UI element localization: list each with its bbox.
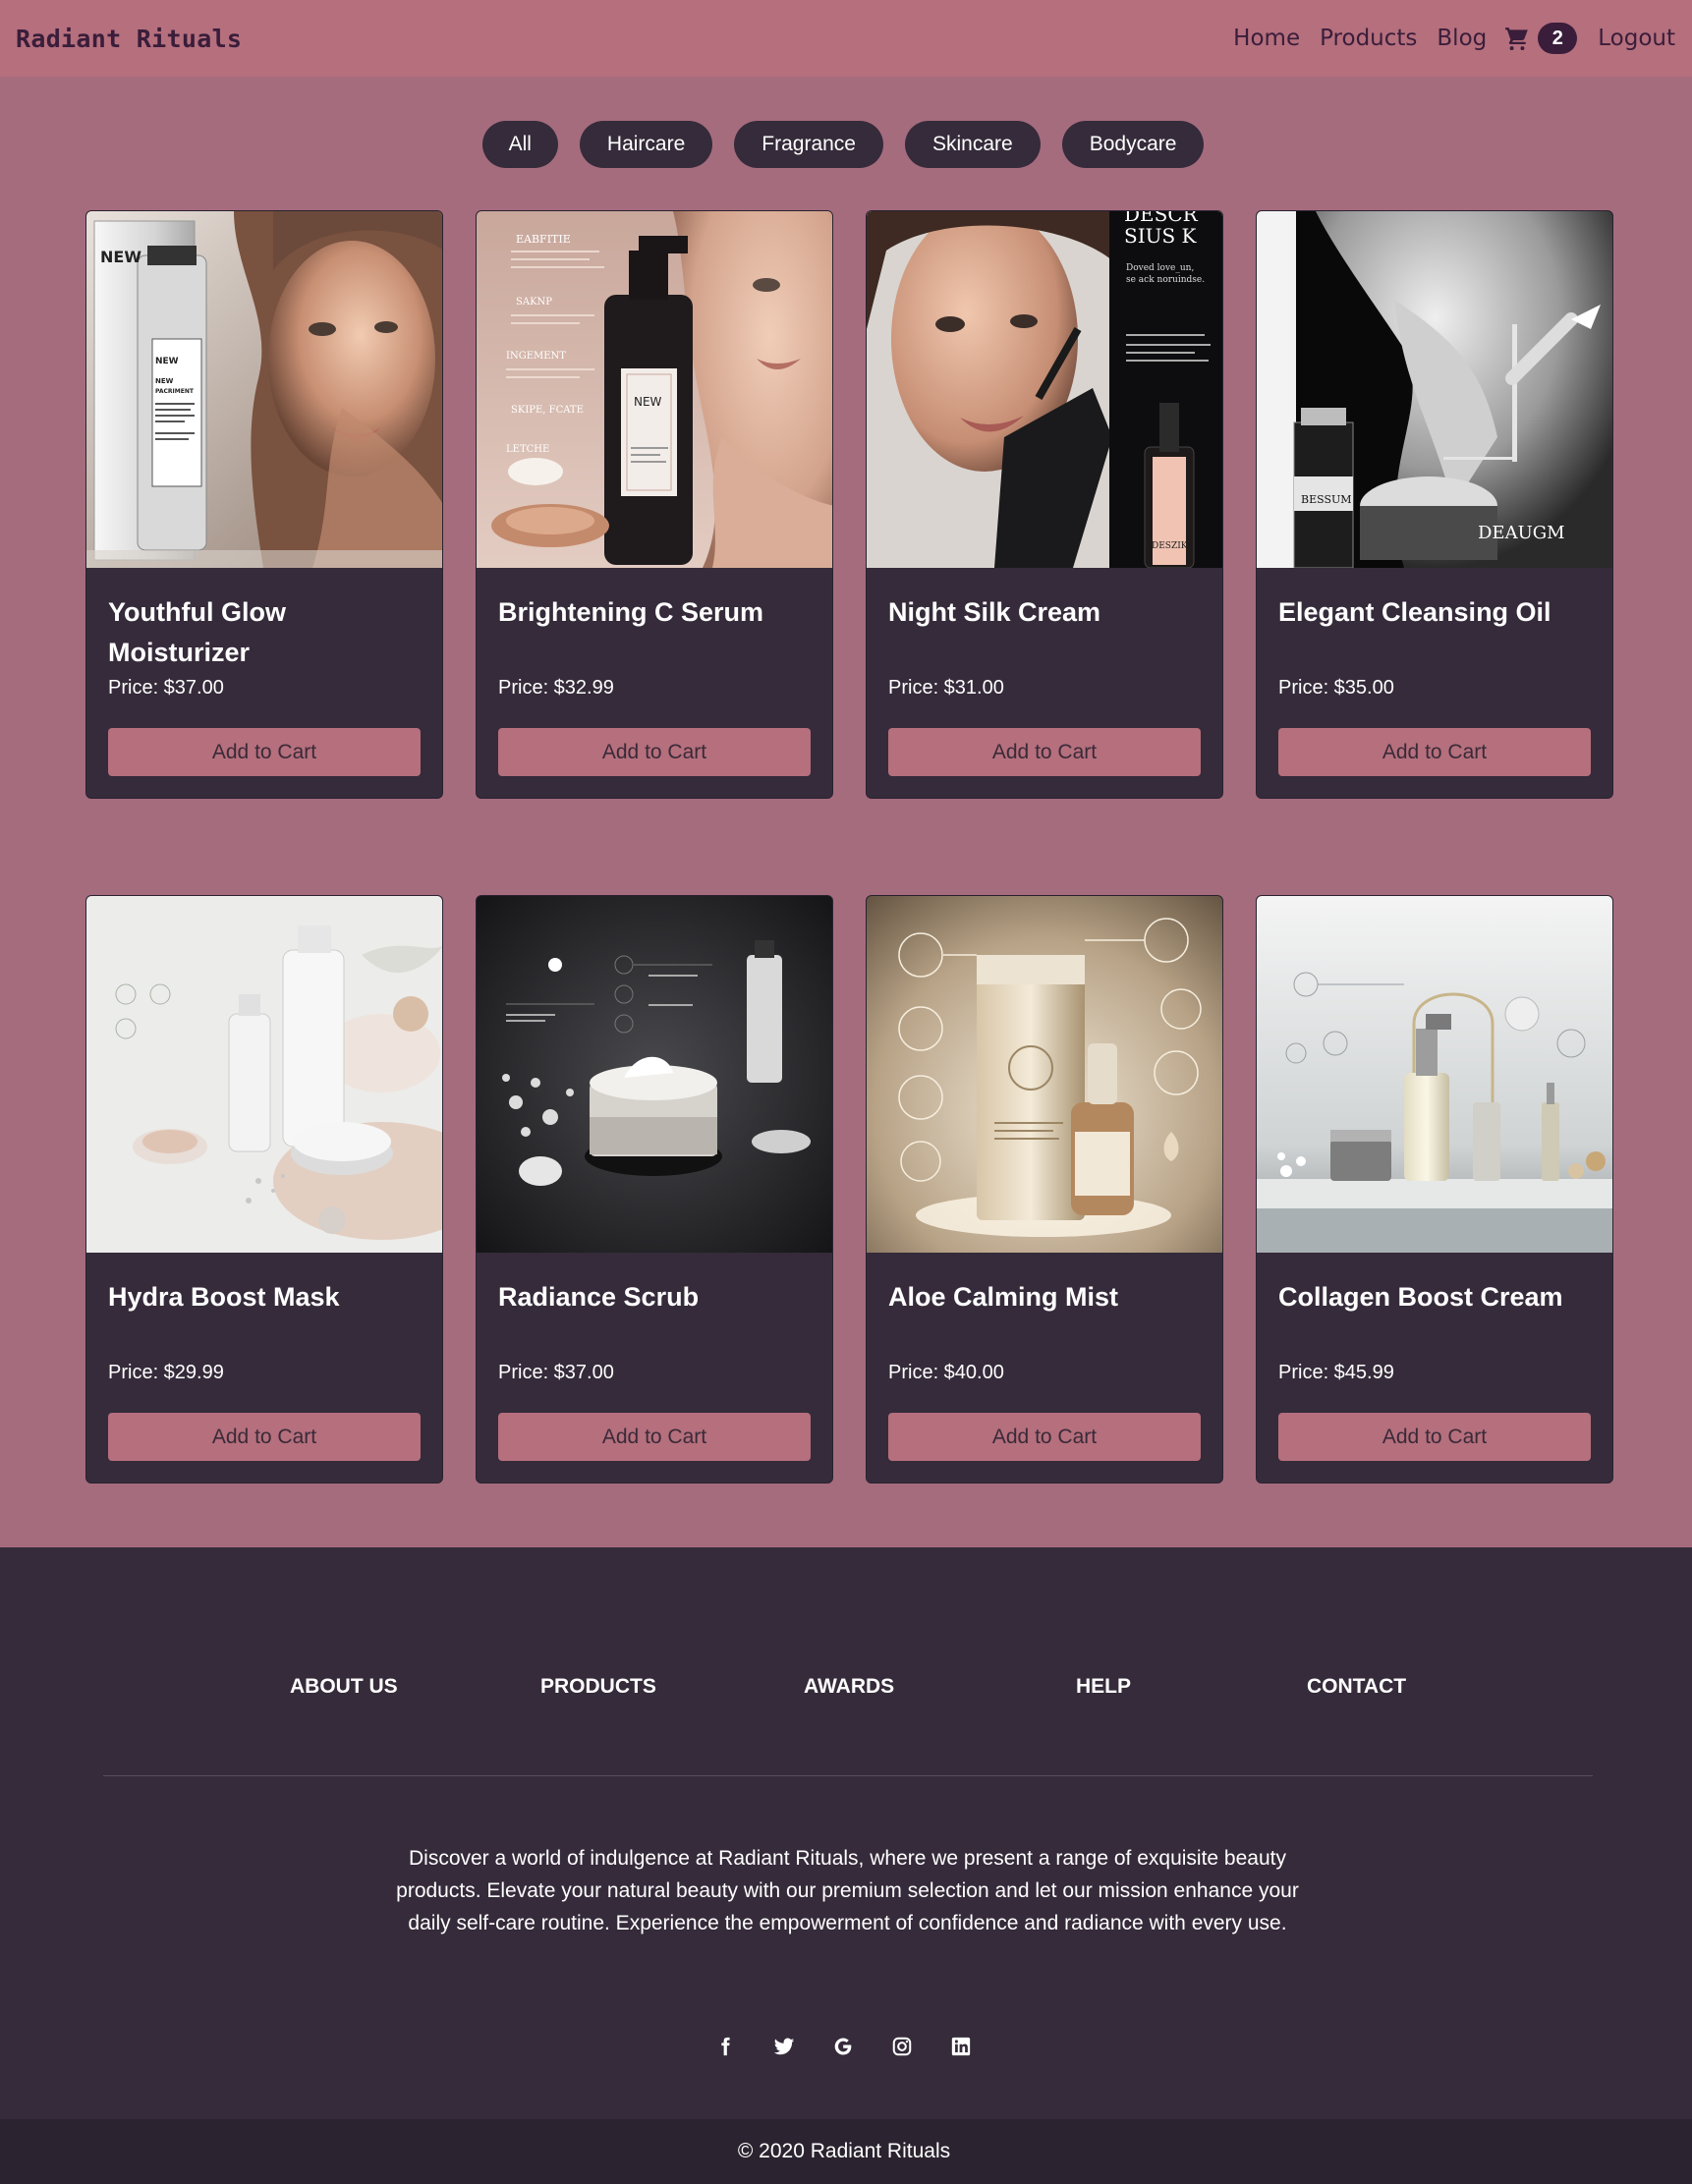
twitter-icon[interactable]: [773, 2036, 795, 2057]
product-title: Radiance Scrub: [498, 1282, 700, 1312]
product-card: Hydra Boost Mask Price: $29.99 Add to Ca…: [85, 895, 443, 1484]
product-image[interactable]: BESSUM DEAUGM: [1257, 211, 1612, 568]
svg-text:INGEMENT: INGEMENT: [506, 351, 566, 362]
product-image[interactable]: [867, 896, 1222, 1253]
svg-text:SKIPE, FCATE: SKIPE, FCATE: [511, 405, 584, 416]
footer-link-awards[interactable]: AWARDS: [804, 1675, 894, 1699]
nav-home-link[interactable]: Home: [1233, 26, 1300, 51]
filter-haircare[interactable]: Haircare: [579, 121, 713, 168]
svg-text:LETCHE: LETCHE: [506, 444, 549, 455]
svg-text:NEW: NEW: [155, 357, 179, 366]
product-title: Brightening C Serum: [498, 597, 764, 627]
svg-text:DEAUGM: DEAUGM: [1478, 523, 1565, 543]
filter-all[interactable]: All: [481, 121, 558, 168]
product-price: Price: $29.99: [108, 1362, 224, 1383]
product-image[interactable]: [86, 896, 442, 1253]
brand-logo[interactable]: Radiant Rituals: [16, 25, 242, 53]
product-card: BESSUM DEAUGM Elegant Cleansing Oil Pric…: [1256, 210, 1613, 799]
svg-text:DESZIK: DESZIK: [1152, 541, 1188, 551]
product-price: Price: $37.00: [108, 677, 224, 699]
cart-icon: [1505, 28, 1529, 51]
filter-fragrance[interactable]: Fragrance: [734, 121, 883, 168]
product-image[interactable]: [477, 896, 832, 1253]
add-to-cart-button[interactable]: Add to Cart: [498, 728, 811, 776]
add-to-cart-button[interactable]: Add to Cart: [888, 1413, 1201, 1461]
copyright-bar: © 2020 Radiant Rituals: [0, 2119, 1692, 2184]
copyright-text: © 2020 Radiant Rituals: [737, 2140, 951, 2162]
footer-description: Discover a world of indulgence at Radian…: [396, 1847, 1299, 1934]
product-price: Price: $37.00: [498, 1362, 614, 1383]
add-to-cart-button[interactable]: Add to Cart: [1278, 1413, 1591, 1461]
linkedin-icon[interactable]: [950, 2036, 972, 2057]
product-card: Radiance Scrub Price: $37.00 Add to Cart: [476, 895, 833, 1484]
product-price: Price: $40.00: [888, 1362, 1004, 1383]
svg-text:EABFITIE: EABFITIE: [516, 233, 571, 246]
add-to-cart-button[interactable]: Add to Cart: [888, 728, 1201, 776]
product-title: Collagen Boost Cream: [1278, 1282, 1563, 1312]
product-title: Night Silk Cream: [888, 597, 1101, 627]
svg-text:Doved love_un,: Doved love_un,: [1126, 263, 1194, 273]
product-price: Price: $35.00: [1278, 677, 1394, 699]
footer-link-contact[interactable]: CONTACT: [1307, 1675, 1406, 1699]
product-card: NEW EABFITIE SAKNP INGEMENT SKIPE, FCATE…: [476, 210, 833, 799]
navbar: Radiant Rituals Home Products Blog 2 Log…: [0, 0, 1692, 77]
instagram-icon[interactable]: [891, 2036, 913, 2057]
add-to-cart-button[interactable]: Add to Cart: [1278, 728, 1591, 776]
product-title: Youthful Glow Moisturizer: [108, 597, 286, 667]
product-card: DESCR SIUS K Doved love_un, se ack norui…: [866, 210, 1223, 799]
add-to-cart-button[interactable]: Add to Cart: [108, 728, 421, 776]
add-to-cart-button[interactable]: Add to Cart: [108, 1413, 421, 1461]
product-image[interactable]: NEW NEW NEW PACRIMENT: [86, 211, 442, 568]
social-links: [0, 2036, 1692, 2057]
filter-bodycare[interactable]: Bodycare: [1061, 121, 1205, 168]
svg-text:BESSUM: BESSUM: [1301, 493, 1352, 506]
footer-divider: [103, 1775, 1593, 1776]
product-title: Elegant Cleansing Oil: [1278, 597, 1551, 627]
product-image[interactable]: DESCR SIUS K Doved love_un, se ack norui…: [867, 211, 1222, 568]
footer-link-products[interactable]: PRODUCTS: [540, 1675, 656, 1699]
product-card: Collagen Boost Cream Price: $45.99 Add t…: [1256, 895, 1613, 1484]
cart-count-badge: 2: [1538, 23, 1578, 54]
footer-link-about-us[interactable]: ABOUT US: [290, 1675, 398, 1699]
product-image[interactable]: NEW EABFITIE SAKNP INGEMENT SKIPE, FCATE…: [477, 211, 832, 568]
google-icon[interactable]: [832, 2036, 854, 2057]
logout-link[interactable]: Logout: [1598, 26, 1675, 51]
svg-text:NEW: NEW: [155, 377, 174, 385]
category-filters: All Haircare Fragrance Skincare Bodycare: [0, 121, 1692, 168]
svg-text:PACRIMENT: PACRIMENT: [155, 388, 195, 395]
product-card: NEW NEW NEW PACRIMENT Youthful Glow Mois…: [85, 210, 443, 799]
nav-blog-link[interactable]: Blog: [1437, 26, 1487, 51]
nav-products-link[interactable]: Products: [1320, 26, 1417, 51]
svg-text:NEW: NEW: [100, 248, 141, 266]
product-price: Price: $45.99: [1278, 1362, 1394, 1383]
product-grid: NEW NEW NEW PACRIMENT Youthful Glow Mois…: [85, 210, 1613, 1484]
product-title: Aloe Calming Mist: [888, 1282, 1119, 1312]
product-card: Aloe Calming Mist Price: $40.00 Add to C…: [866, 895, 1223, 1484]
nav-links: Home Products Blog 2 Logout: [1233, 23, 1675, 54]
svg-text:SAKNP: SAKNP: [516, 297, 552, 308]
svg-text:SIUS K: SIUS K: [1124, 224, 1198, 248]
footer: ABOUT US PRODUCTS AWARDS HELP CONTACT Di…: [0, 1547, 1692, 2119]
svg-text:se ack noruindse.: se ack noruindse.: [1126, 275, 1205, 285]
product-image[interactable]: [1257, 896, 1612, 1253]
facebook-icon[interactable]: [714, 2036, 736, 2057]
add-to-cart-button[interactable]: Add to Cart: [498, 1413, 811, 1461]
product-title: Hydra Boost Mask: [108, 1282, 340, 1312]
svg-text:NEW: NEW: [634, 395, 662, 409]
cart-button[interactable]: 2: [1504, 23, 1578, 54]
product-price: Price: $32.99: [498, 677, 614, 699]
product-price: Price: $31.00: [888, 677, 1004, 699]
footer-link-help[interactable]: HELP: [1076, 1675, 1131, 1699]
filter-skincare[interactable]: Skincare: [905, 121, 1041, 168]
